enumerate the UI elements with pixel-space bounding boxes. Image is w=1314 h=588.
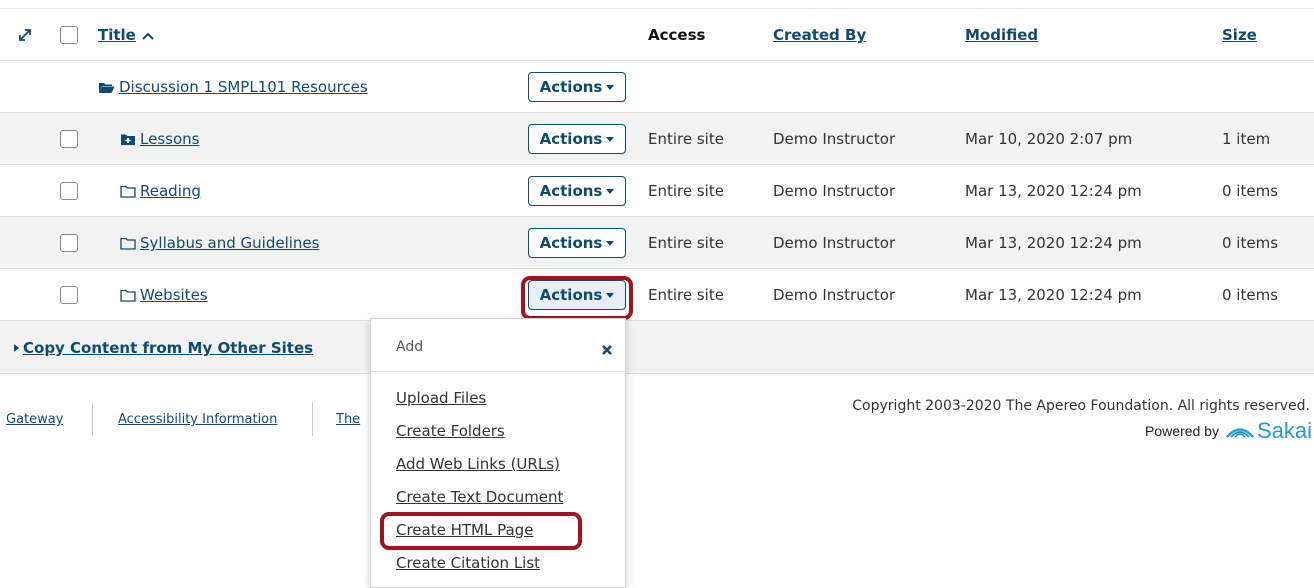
folder-plus-icon <box>120 133 136 146</box>
footer-link-accessibility[interactable]: Accessibility Information <box>118 412 277 427</box>
modified-value: Mar 13, 2020 12:24 pm <box>965 286 1142 304</box>
actions-highlight-annotation <box>521 276 633 320</box>
created-by-value: Demo Instructor <box>773 182 896 200</box>
access-value: Entire site <box>648 286 724 304</box>
sort-modified-link[interactable]: Modified <box>965 26 1038 44</box>
row-checkbox[interactable] <box>60 234 78 252</box>
modified-value: Mar 13, 2020 12:24 pm <box>965 234 1142 252</box>
folder-link-websites[interactable]: Websites <box>140 286 208 304</box>
parent-folder-link[interactable]: Discussion 1 SMPL101 Resources <box>119 78 368 96</box>
access-header: Access <box>648 26 706 44</box>
size-value: 0 items <box>1222 286 1279 304</box>
actions-label: Actions <box>539 234 603 252</box>
folder-link-lessons[interactable]: Lessons <box>140 130 199 148</box>
menu-item-create-citation-list[interactable]: Create Citation List <box>396 554 540 572</box>
copy-content-row: Copy Content from My Other Sites <box>0 320 1314 374</box>
sort-ascending-icon <box>142 26 154 44</box>
size-value: 1 item <box>1222 130 1271 148</box>
size-value: 0 items <box>1222 234 1279 252</box>
sakai-logo-icon <box>1225 422 1255 440</box>
access-value: Entire site <box>648 182 724 200</box>
row-checkbox[interactable] <box>60 182 78 200</box>
actions-button-reading[interactable]: Actions <box>528 176 626 206</box>
created-by-value: Demo Instructor <box>773 130 896 148</box>
create-html-highlight-annotation <box>380 512 582 550</box>
caret-right-icon <box>14 344 19 352</box>
powered-by: Powered by Sakai <box>1145 418 1312 444</box>
menu-divider <box>371 371 625 372</box>
powered-by-label: Powered by <box>1145 423 1219 439</box>
menu-item-upload-files[interactable]: Upload Files <box>396 389 486 407</box>
close-icon[interactable] <box>601 341 613 360</box>
modified-value: Mar 10, 2020 2:07 pm <box>965 130 1133 148</box>
table-row: Reading Actions Entire site Demo Instruc… <box>0 164 1314 216</box>
caret-down-icon <box>606 188 615 194</box>
footer-separator <box>92 402 93 436</box>
modified-value: Mar 13, 2020 12:24 pm <box>965 182 1142 200</box>
folder-open-icon <box>98 81 115 94</box>
actions-button-syllabus[interactable]: Actions <box>528 228 626 258</box>
copy-content-label: Copy Content from My Other Sites <box>23 339 314 357</box>
expand-icon[interactable] <box>18 9 32 61</box>
caret-down-icon <box>606 136 615 142</box>
table-row: Websites Actions Entire site Demo Instru… <box>0 268 1314 320</box>
table-row: Syllabus and Guidelines Actions Entire s… <box>0 216 1314 268</box>
select-all-checkbox[interactable] <box>60 26 78 44</box>
add-menu-header: Add <box>396 339 424 355</box>
actions-label: Actions <box>539 130 603 148</box>
footer-copyright: Copyright 2003-2020 The Apereo Foundatio… <box>852 398 1310 414</box>
actions-label: Actions <box>539 182 603 200</box>
access-value: Entire site <box>648 234 724 252</box>
size-value: 0 items <box>1222 182 1279 200</box>
footer-link-the[interactable]: The <box>336 412 360 427</box>
menu-item-create-folders[interactable]: Create Folders <box>396 422 505 440</box>
row-checkbox[interactable] <box>60 130 78 148</box>
caret-down-icon <box>606 240 615 246</box>
actions-button-lessons[interactable]: Actions <box>528 124 626 154</box>
created-by-value: Demo Instructor <box>773 234 896 252</box>
sort-size-link[interactable]: Size <box>1222 26 1257 44</box>
table-row: Lessons Actions Entire site Demo Instruc… <box>0 112 1314 164</box>
folder-link-reading[interactable]: Reading <box>140 182 201 200</box>
folder-icon <box>120 185 136 198</box>
table-header: Title Access Created By Modified Size <box>0 8 1314 60</box>
copy-content-link[interactable]: Copy Content from My Other Sites <box>14 339 313 357</box>
menu-item-add-web-links[interactable]: Add Web Links (URLs) <box>396 455 560 473</box>
sort-created-by-link[interactable]: Created By <box>773 26 866 44</box>
footer-link-gateway[interactable]: Gateway <box>6 412 63 427</box>
title-header-label: Title <box>98 26 136 44</box>
access-value: Entire site <box>648 130 724 148</box>
caret-down-icon <box>606 84 615 90</box>
folder-icon <box>120 237 136 250</box>
menu-item-create-text-document[interactable]: Create Text Document <box>396 488 563 506</box>
row-checkbox[interactable] <box>60 286 78 304</box>
folder-link-syllabus[interactable]: Syllabus and Guidelines <box>140 234 319 252</box>
created-by-value: Demo Instructor <box>773 286 896 304</box>
actions-label: Actions <box>539 78 603 96</box>
folder-icon <box>120 289 136 302</box>
sort-title-link[interactable]: Title <box>98 26 136 44</box>
actions-button-parent[interactable]: Actions <box>528 72 626 102</box>
sakai-wordmark: Sakai <box>1256 418 1312 443</box>
footer-separator <box>312 402 313 436</box>
table-row-parent: Discussion 1 SMPL101 Resources Actions <box>0 60 1314 112</box>
